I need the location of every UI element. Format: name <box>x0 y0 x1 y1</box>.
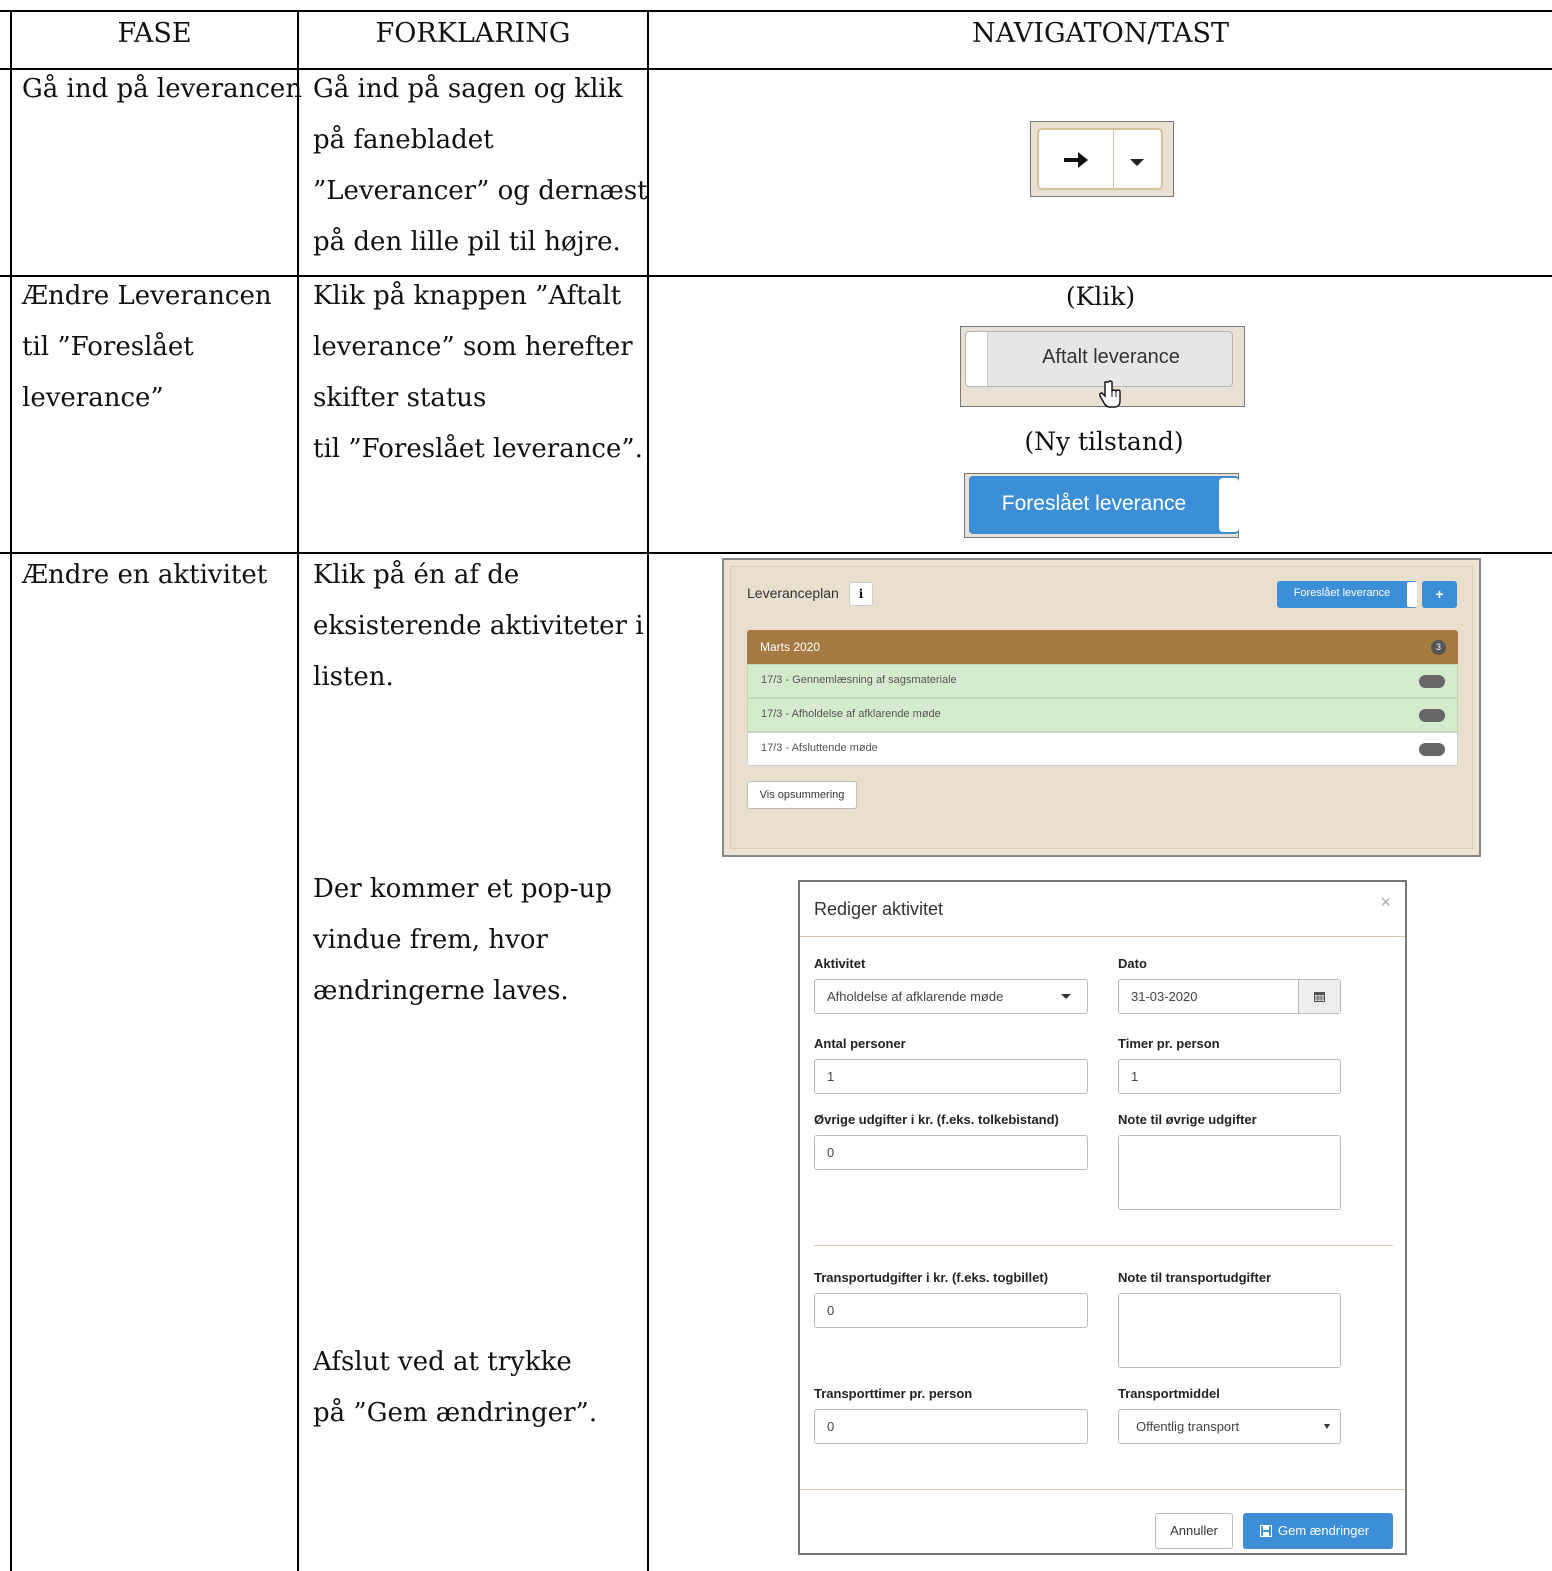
activity-row[interactable]: 17/3 - Gennemlæsning af sagsmateriale <box>747 664 1458 698</box>
save-button[interactable]: Gem ændringer <box>1243 1513 1393 1549</box>
transport-label: Transportudgifter i kr. (f.eks. togbille… <box>814 1270 1049 1285</box>
ny-tilstand-caption: (Ny tilstand) <box>1024 427 1184 456</box>
ovrige-udgifter-label: Øvrige udgifter i kr. (f.eks. tolkebista… <box>814 1112 1059 1127</box>
activity-row[interactable]: 17/3 - Afsluttende møde <box>747 732 1458 766</box>
note-ovrige-label: Note til øvrige udgifter <box>1118 1112 1257 1127</box>
timer-label: Timer pr. person <box>1118 1036 1220 1051</box>
row2-forklaring: Klik på knappen ”Aftalt leverance” som h… <box>313 281 643 464</box>
antal-personer-label: Antal personer <box>814 1036 906 1051</box>
transporttimer-input[interactable]: 0 <box>814 1409 1088 1444</box>
caret-down-icon[interactable] <box>1127 155 1147 169</box>
modal-title: Rediger aktivitet <box>814 899 944 919</box>
aftalt-button-image: Aftalt leverance <box>960 326 1245 408</box>
header-navigation: NAVIGATON/TAST <box>972 18 1229 49</box>
row3-forklaring: Klik på én af de eksisterende aktivitete… <box>313 560 644 692</box>
aktivitet-label: Aktivitet <box>814 956 866 971</box>
dato-label: Dato <box>1118 956 1147 971</box>
transport-input[interactable]: 0 <box>814 1293 1088 1328</box>
note-transport-label: Note til transportudgifter <box>1118 1270 1272 1285</box>
cancel-button[interactable]: Annuller <box>1155 1513 1233 1549</box>
leverance-arrow-button-image <box>1030 121 1174 197</box>
caret-down-icon <box>1324 1424 1330 1429</box>
ovrige-udgifter-input[interactable]: 0 <box>814 1135 1088 1170</box>
aktivitet-select[interactable]: Afholdelse af afklarende møde <box>814 979 1088 1014</box>
header-forklaring: FORKLARING <box>375 18 571 49</box>
transporttimer-label: Transporttimer pr. person <box>814 1386 973 1401</box>
antal-personer-input[interactable]: 1 <box>814 1059 1088 1094</box>
foreslaet-button-image: Foreslået leverance <box>964 473 1239 538</box>
foreslaet-leverance-button[interactable]: Foreslået leverance <box>969 476 1239 534</box>
activity-row[interactable]: 17/3 - Afholdelse af afklarende møde <box>747 698 1458 732</box>
plan-status-button[interactable]: Foreslået leverance <box>1277 581 1417 608</box>
transportmiddel-label: Transportmiddel <box>1118 1386 1220 1401</box>
leveranceplan-title: Leveranceplan <box>747 585 839 601</box>
row3-fase: Ændre en aktivitet <box>22 560 268 590</box>
row2-fase: Ændre Leverancen til ”Foreslået leveranc… <box>22 281 272 413</box>
trash-icon[interactable] <box>1419 675 1445 688</box>
caret-down-icon <box>1061 994 1071 999</box>
rediger-aktivitet-modal: Rediger aktivitet × Aktivitet Afholdelse… <box>798 880 1407 1555</box>
count-badge: 3 <box>1431 640 1446 655</box>
arrow-right-icon[interactable] <box>1061 148 1091 172</box>
row3-forklaring-save: Afslut ved at trykke på ”Gem ændringer”. <box>313 1347 598 1428</box>
floppy-icon <box>1260 1525 1272 1537</box>
hand-pointer-icon <box>1099 380 1121 408</box>
row3-forklaring-popup: Der kommer et pop-up vindue frem, hvor æ… <box>313 874 612 1006</box>
calendar-icon[interactable] <box>1313 990 1326 1003</box>
note-transport-textarea[interactable] <box>1118 1293 1341 1368</box>
add-activity-button[interactable]: + <box>1422 581 1457 608</box>
month-header[interactable]: Marts 2020 3 <box>747 630 1458 664</box>
klik-caption: (Klik) <box>1065 282 1136 311</box>
dato-input[interactable]: 31-03-2020 <box>1118 979 1341 1014</box>
row1-fase: Gå ind på leverancen <box>22 74 303 104</box>
leveranceplan-panel: Leveranceplan i Foreslået leverance + Ma… <box>722 558 1481 857</box>
info-button[interactable]: i <box>849 582 873 606</box>
vis-opsummering-button[interactable]: Vis opsummering <box>747 781 857 809</box>
header-fase: FASE <box>117 18 192 49</box>
timer-input[interactable]: 1 <box>1118 1059 1341 1094</box>
transportmiddel-select[interactable]: Offentlig transport <box>1118 1409 1341 1444</box>
row1-forklaring: Gå ind på sagen og klik på fanebladet ”L… <box>313 74 648 257</box>
close-icon[interactable]: × <box>1380 892 1391 913</box>
trash-icon[interactable] <box>1419 743 1445 756</box>
trash-icon[interactable] <box>1419 709 1445 722</box>
note-ovrige-textarea[interactable] <box>1118 1135 1341 1210</box>
